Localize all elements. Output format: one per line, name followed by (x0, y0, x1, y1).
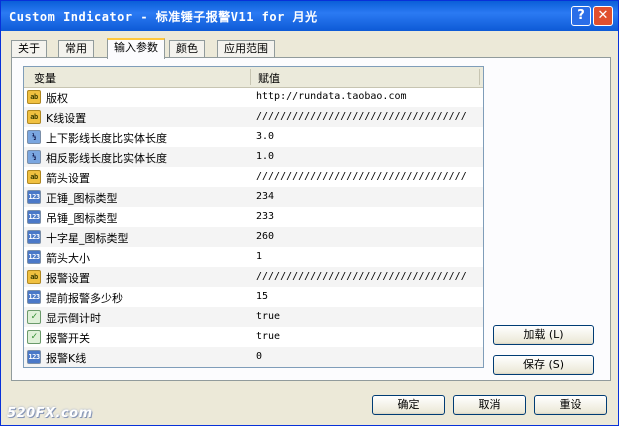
help-button[interactable]: ? (571, 6, 591, 26)
parameter-name: 报警K线 (46, 352, 87, 365)
column-separator[interactable] (250, 69, 251, 85)
tab-inputs[interactable]: 输入参数 (107, 38, 165, 59)
window-title: Custom Indicator - 标准锤子报警V11 for 月光 (9, 10, 318, 24)
parameter-name: 版权 (46, 92, 68, 105)
grid-row[interactable]: 123 箭头大小 1 (24, 247, 483, 267)
close-button[interactable]: ✕ (593, 6, 613, 26)
grid-row[interactable]: ✓ 报警开关 true (24, 327, 483, 347)
double-icon: ½ (27, 130, 41, 144)
grid-row[interactable]: ½ 上下影线长度比实体长度 3.0 (24, 127, 483, 147)
bool-icon: ✓ (27, 310, 41, 324)
parameter-name: 显示倒计时 (46, 312, 101, 325)
parameter-grid[interactable]: 变量 赋值 ab 版权 http://rundata.taobao.com ab K线设… (23, 66, 484, 368)
grid-row[interactable]: ✓ 显示倒计时 true (24, 307, 483, 327)
grid-row[interactable]: 123 十字星_图标类型 260 (24, 227, 483, 247)
parameter-value[interactable]: 260 (256, 231, 274, 242)
column-separator[interactable] (479, 69, 480, 85)
grid-row[interactable]: ab 报警设置 //////////////////////////////////… (24, 267, 483, 287)
tab-about[interactable]: 关于 (11, 40, 47, 58)
load-button[interactable]: 加载 (L) (493, 325, 594, 345)
grid-row[interactable]: 123 正锤_图标类型 234 (24, 187, 483, 207)
string-icon: ab (27, 170, 41, 184)
double-icon: ½ (27, 150, 41, 164)
parameter-value[interactable]: 3.0 (256, 131, 274, 142)
tab-colors[interactable]: 颜色 (169, 40, 205, 58)
grid-row[interactable]: 123 提前报警多少秒 15 (24, 287, 483, 307)
grid-row[interactable]: ½ 相反影线长度比实体长度 1.0 (24, 147, 483, 167)
integer-icon: 123 (27, 210, 41, 224)
grid-row[interactable]: ab K线设置 //////////////////////////////////… (24, 107, 483, 127)
save-button[interactable]: 保存 (S) (493, 355, 594, 375)
parameter-name: 箭头大小 (46, 252, 90, 265)
tab-common[interactable]: 常用 (58, 40, 94, 58)
parameter-value[interactable]: /////////////////////////////////// (256, 271, 467, 282)
string-icon: ab (27, 90, 41, 104)
column-header-variable[interactable]: 变量 (34, 70, 56, 86)
parameter-value[interactable]: 15 (256, 291, 268, 302)
parameter-value[interactable]: 233 (256, 211, 274, 222)
parameter-name: 箭头设置 (46, 172, 90, 185)
parameter-value[interactable]: /////////////////////////////////// (256, 111, 467, 122)
grid-row[interactable]: ab 箭头设置 //////////////////////////////////… (24, 167, 483, 187)
parameter-name: 吊锤_图标类型 (46, 212, 118, 225)
parameter-value[interactable]: true (256, 331, 280, 342)
integer-icon: 123 (27, 250, 41, 264)
grid-row[interactable]: 123 吊锤_图标类型 233 (24, 207, 483, 227)
integer-icon: 123 (27, 190, 41, 204)
column-header-value[interactable]: 赋值 (258, 70, 280, 86)
parameter-value[interactable]: 234 (256, 191, 274, 202)
integer-icon: 123 (27, 350, 41, 364)
integer-icon: 123 (27, 290, 41, 304)
parameter-value[interactable]: 1 (256, 251, 262, 262)
tab-visualization[interactable]: 应用范围 (217, 40, 275, 58)
parameter-value[interactable]: http://rundata.taobao.com (256, 91, 407, 102)
grid-row[interactable]: 123 报警K线 0 (24, 347, 483, 367)
parameter-value[interactable]: 1.0 (256, 151, 274, 162)
parameter-value[interactable]: /////////////////////////////////// (256, 171, 467, 182)
parameter-name: 提前报警多少秒 (46, 292, 123, 305)
parameter-name: 相反影线长度比实体长度 (46, 152, 167, 165)
cancel-button[interactable]: 取消 (453, 395, 526, 415)
parameter-name: 十字星_图标类型 (46, 232, 129, 245)
parameter-value[interactable]: true (256, 311, 280, 322)
bool-icon: ✓ (27, 330, 41, 344)
title-bar[interactable]: Custom Indicator - 标准锤子报警V11 for 月光 ? ✕ (1, 1, 618, 31)
parameter-name: 正锤_图标类型 (46, 192, 118, 205)
watermark: 520FX.com (7, 406, 93, 421)
string-icon: ab (27, 110, 41, 124)
parameter-name: 报警开关 (46, 332, 90, 345)
ok-button[interactable]: 确定 (372, 395, 445, 415)
string-icon: ab (27, 270, 41, 284)
reset-button[interactable]: 重设 (534, 395, 607, 415)
parameter-name: K线设置 (46, 112, 87, 125)
integer-icon: 123 (27, 230, 41, 244)
grid-row[interactable]: ab 版权 http://rundata.taobao.com (24, 87, 483, 107)
parameter-name: 上下影线长度比实体长度 (46, 132, 167, 145)
dialog-window: Custom Indicator - 标准锤子报警V11 for 月光 ? ✕ … (0, 0, 619, 426)
parameter-name: 报警设置 (46, 272, 90, 285)
parameter-value[interactable]: 0 (256, 351, 262, 362)
grid-header: 变量 赋值 (24, 67, 483, 88)
